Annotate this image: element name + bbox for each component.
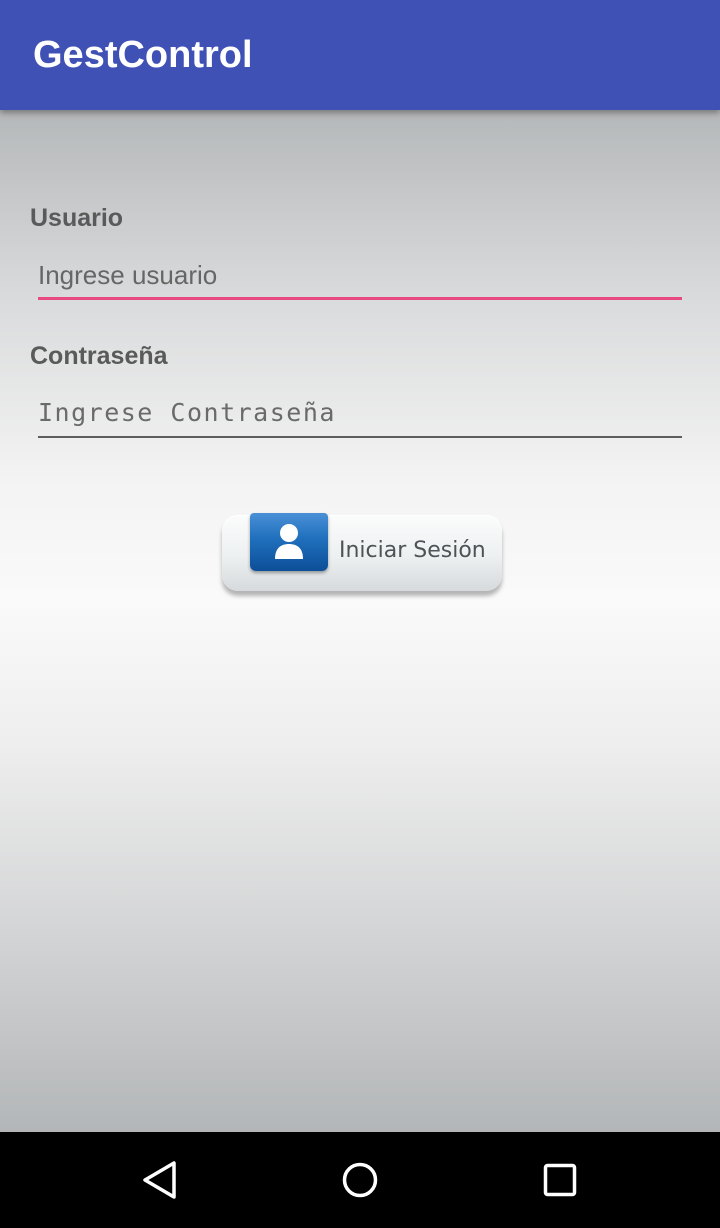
password-label: Contraseña <box>30 342 168 370</box>
app-bar: GestControl <box>0 0 720 110</box>
password-underline <box>38 436 682 438</box>
user-icon <box>250 513 328 571</box>
login-screen: Usuario Ingrese usuario Contraseña Ingre… <box>0 110 720 1132</box>
username-label: Usuario <box>30 204 124 232</box>
username-placeholder: Ingrese usuario <box>38 260 218 290</box>
username-input[interactable]: Ingrese usuario <box>38 258 682 300</box>
circle-home-icon[interactable] <box>340 1160 380 1200</box>
app-title: GestControl <box>33 34 253 76</box>
password-placeholder: Ingrese Contraseña <box>38 398 336 427</box>
system-nav-bar <box>0 1132 720 1228</box>
login-button-label: Iniciar Sesión <box>339 538 486 563</box>
triangle-back-icon[interactable] <box>140 1160 180 1200</box>
password-input[interactable]: Ingrese Contraseña <box>38 396 682 438</box>
login-button[interactable]: Iniciar Sesión <box>222 513 502 591</box>
username-underline <box>38 297 682 300</box>
square-recents-icon[interactable] <box>540 1160 580 1200</box>
